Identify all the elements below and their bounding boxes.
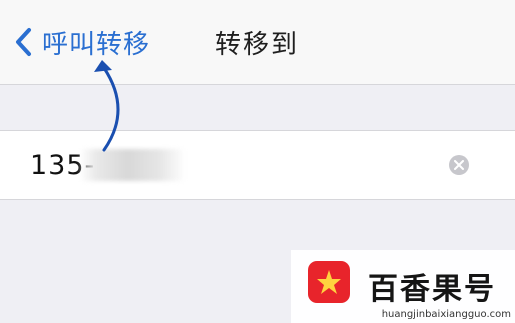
phone-number-input[interactable] [30, 145, 430, 185]
brand-logo-icon [308, 261, 350, 303]
clear-icon [454, 160, 464, 170]
chevron-left-icon [16, 28, 31, 56]
brand-name: 百香果号 [368, 272, 496, 307]
back-button-label: 呼叫转移 [42, 29, 151, 60]
brand-watermark: 百香果号 huangjinbaixiangguo.com [291, 250, 515, 323]
section-spacer [0, 85, 515, 130]
back-button[interactable]: 呼叫转移 [14, 22, 150, 62]
navigation-bar: 呼叫转移 转移到 [0, 0, 515, 85]
brand-url: huangjinbaixiangguo.com [381, 309, 511, 320]
clear-button[interactable] [449, 155, 469, 175]
phone-number-cell [0, 130, 515, 200]
page-title: 转移到 [215, 30, 300, 60]
